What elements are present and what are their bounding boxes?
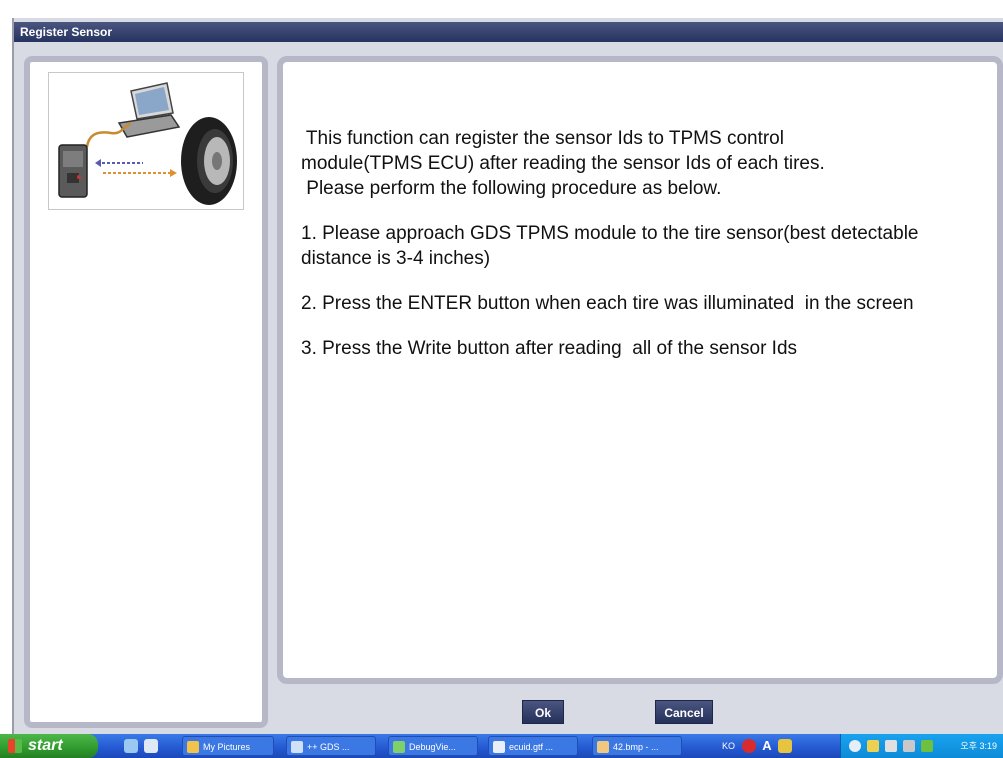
task-ecuid[interactable]: ecuid.gtf ... [488,736,578,756]
intro-paragraph: This function can register the sensor Id… [301,126,991,201]
window-title: Register Sensor [14,22,1003,42]
scanner-laptop-tire-icon [58,82,237,205]
app-window-icon [291,741,303,753]
folder-icon [187,741,199,753]
register-sensor-window: Register Sensor This function can regist… [12,18,1003,734]
windows-taskbar: start My Pictures ++ GDS ... DebugVie...… [0,734,1003,758]
quicklaunch-desktop-icon[interactable] [124,739,138,753]
left-image-panel [24,56,268,728]
quicklaunch-browser-icon[interactable] [144,739,158,753]
paint-icon [597,741,609,753]
tpms-illustration [48,72,244,210]
ime-mode-icon[interactable]: A [760,739,774,753]
intro-line-3: Please perform the following procedure a… [301,178,722,199]
task-label: ecuid.gtf ... [509,742,554,752]
screen-top-strip [0,0,1003,18]
step-3: 3. Press the Write button after reading … [301,338,798,359]
instructions-panel: This function can register the sensor Id… [277,56,1003,684]
start-button[interactable]: start [0,734,98,758]
tray-app-icon-4[interactable] [921,740,933,752]
ime-settings-icon[interactable] [778,739,792,753]
task-label: ++ GDS ... [307,742,350,752]
task-label: My Pictures [203,742,251,752]
system-tray: 오후 3:19 [840,734,1003,758]
intro-line-1: This function can register the sensor Id… [301,128,784,149]
task-label: DebugVie... [409,742,456,752]
step-1: 1. Please approach GDS TPMS module to th… [301,223,919,269]
task-my-pictures[interactable]: My Pictures [182,736,274,756]
ime-korean-icon[interactable] [742,739,756,753]
task-gds[interactable]: ++ GDS ... [286,736,376,756]
windows-logo-icon [8,739,22,753]
cancel-button[interactable]: Cancel [655,700,713,724]
instructions-text: This function can register the sensor Id… [301,126,991,381]
task-debugview[interactable]: DebugVie... [388,736,478,756]
tray-app-icon-2[interactable] [885,740,897,752]
taskbar-clock[interactable]: 오후 3:19 [960,734,997,758]
task-42bmp[interactable]: 42.bmp - ... [592,736,682,756]
tray-network-icon[interactable] [849,740,861,752]
language-indicator[interactable]: KO [722,734,735,758]
ok-button[interactable]: Ok [522,700,564,724]
step-2: 2. Press the ENTER button when each tire… [301,293,914,314]
document-icon [493,741,505,753]
start-label: start [28,737,63,754]
intro-line-2: module(TPMS ECU) after reading the senso… [301,153,825,174]
tray-app-icon-1[interactable] [867,740,879,752]
task-label: 42.bmp - ... [613,742,659,752]
debug-icon [393,741,405,753]
tray-app-icon-3[interactable] [903,740,915,752]
